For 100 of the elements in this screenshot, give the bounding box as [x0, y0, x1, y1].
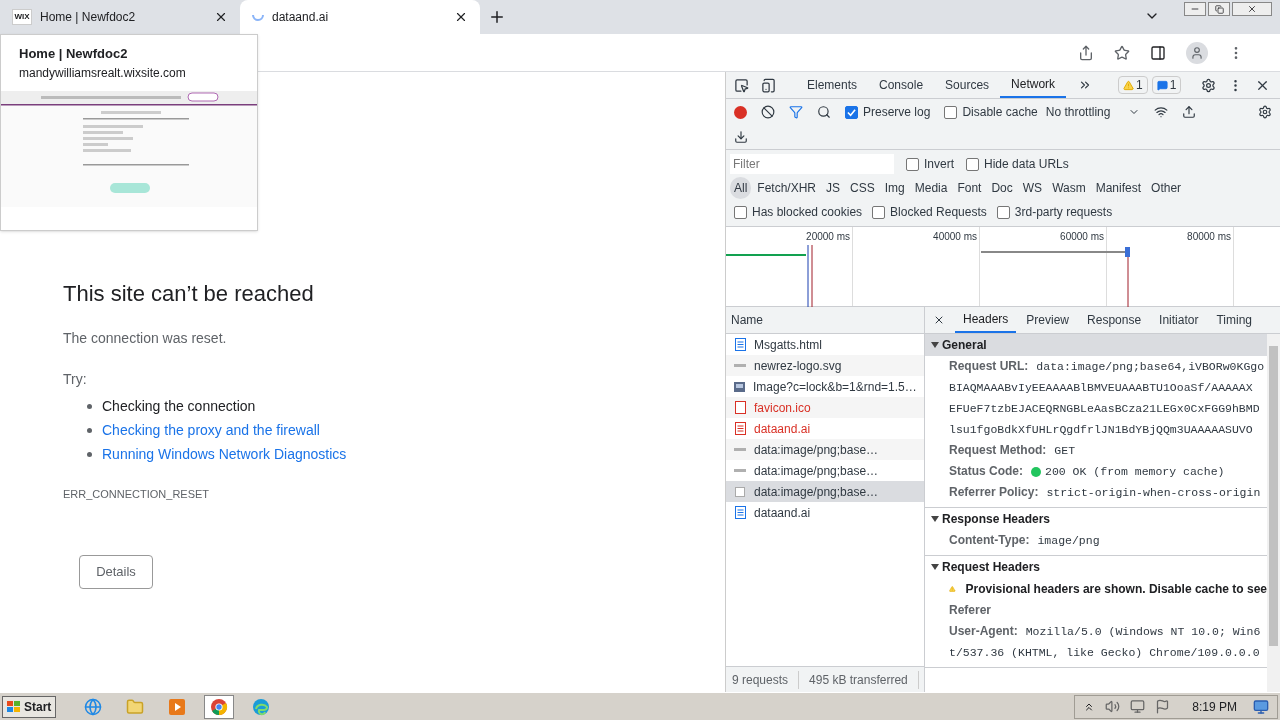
- taskbar-button[interactable]: [204, 694, 235, 719]
- profile-avatar[interactable]: [1186, 41, 1208, 64]
- dash-icon: [734, 448, 746, 451]
- type-filter-button[interactable]: Img: [880, 177, 909, 199]
- details-button[interactable]: Details: [79, 554, 153, 589]
- devtools-tab[interactable]: Sources: [934, 72, 1001, 98]
- checkbox[interactable]: [996, 205, 1010, 219]
- network-conditions-icon[interactable]: [1154, 105, 1169, 119]
- start-button[interactable]: Start: [2, 695, 57, 718]
- detail-tab[interactable]: Response: [1079, 307, 1150, 333]
- header-value: EFUeF7tzbEJACEQRNGBLeAasBCza21LEGx0CxFGG9hBMD: [949, 401, 1261, 417]
- network-icon[interactable]: [1130, 699, 1146, 714]
- checkbox[interactable]: [944, 105, 958, 119]
- request-row[interactable]: data:image/png;base…: [726, 439, 924, 460]
- devtools-tab[interactable]: Elements: [796, 72, 869, 98]
- import-icon[interactable]: [1182, 105, 1197, 119]
- media-player-icon[interactable]: [168, 697, 187, 716]
- header-name: Request URL:: [949, 358, 1029, 375]
- search-icon[interactable]: [817, 105, 831, 119]
- type-filter-button[interactable]: Doc: [987, 177, 1017, 199]
- minimize-button[interactable]: [1184, 2, 1206, 16]
- settings-icon[interactable]: [1201, 77, 1217, 93]
- record-button[interactable]: [734, 105, 747, 119]
- checkbox[interactable]: [966, 157, 979, 171]
- checkbox[interactable]: [872, 205, 886, 219]
- volume-icon[interactable]: [1105, 699, 1121, 714]
- browser-tab[interactable]: dataand.ai: [240, 0, 480, 34]
- close-icon[interactable]: [214, 10, 228, 24]
- error-title: This site can’t be reached: [63, 280, 315, 308]
- section-header[interactable]: General: [925, 334, 1267, 356]
- bullet: [87, 427, 92, 433]
- tab-title: Home | Newfdoc2: [40, 9, 137, 26]
- type-filter-button[interactable]: CSS: [846, 177, 879, 199]
- new-tab-icon[interactable]: [488, 8, 506, 26]
- type-filter-button[interactable]: Wasm: [1048, 177, 1090, 199]
- image-icon: [734, 381, 745, 392]
- filter-input[interactable]: Filter: [730, 154, 894, 174]
- checkbox[interactable]: [906, 157, 919, 171]
- settings-icon[interactable]: [1258, 105, 1272, 119]
- detail-tab[interactable]: Initiator: [1151, 307, 1207, 333]
- warning-text: Provisional headers are shown. Disable cache to see: [965, 581, 1267, 598]
- type-filter-button[interactable]: Other: [1147, 177, 1186, 199]
- expanded-arrow-icon: [931, 563, 939, 571]
- request-row[interactable]: favicon.ico: [726, 397, 924, 418]
- header-name: Status Code:: [949, 463, 1023, 480]
- message-counter[interactable]: 1: [1151, 76, 1182, 94]
- restore-button[interactable]: [1208, 2, 1230, 16]
- type-filter-button[interactable]: WS: [1018, 177, 1047, 199]
- checkbox[interactable]: [845, 105, 858, 119]
- close-icon[interactable]: [933, 314, 945, 326]
- header-value: 200 OK (from memory cache): [1045, 464, 1225, 480]
- scrollbar[interactable]: [1267, 334, 1280, 692]
- bookmark-star-icon[interactable]: [1114, 44, 1130, 61]
- inspect-icon[interactable]: [734, 77, 749, 93]
- request-row[interactable]: data:image/png;base…: [726, 481, 924, 502]
- filter-icon[interactable]: [789, 105, 803, 119]
- bullet: [87, 403, 92, 409]
- type-filter-button[interactable]: All: [730, 177, 752, 199]
- column-header[interactable]: Name: [726, 307, 924, 334]
- type-filter-button[interactable]: JS: [822, 177, 845, 199]
- flag-icon[interactable]: [1155, 699, 1171, 714]
- section-header[interactable]: Request Headers: [925, 556, 1267, 578]
- warning-counter[interactable]: 1: [1118, 76, 1148, 94]
- devtools-tab[interactable]: Console: [868, 72, 935, 98]
- close-icon: [1247, 4, 1257, 14]
- dash-icon: [734, 364, 746, 367]
- chrome-icon[interactable]: [210, 697, 229, 716]
- expanded-arrow-icon: [931, 341, 939, 349]
- device-toolbar-icon[interactable]: [761, 77, 776, 93]
- checkbox-label: Has blocked cookies: [752, 204, 863, 221]
- show-desktop-icon[interactable]: [1253, 698, 1269, 715]
- clock[interactable]: 8:19 PM: [1192, 697, 1237, 716]
- throttling-dropdown[interactable]: No throttling: [1045, 103, 1141, 121]
- suggestion-text: Checking the connection: [102, 397, 256, 416]
- close-button[interactable]: [1232, 2, 1272, 16]
- type-filter-button[interactable]: Fetch/XHR: [753, 177, 821, 199]
- checkbox-label: Blocked Requests: [890, 204, 987, 221]
- request-row[interactable]: newrez-logo.svg: [726, 355, 924, 376]
- browser-icon[interactable]: [84, 697, 103, 716]
- document-icon: [734, 338, 746, 351]
- suggestion-link[interactable]: Checking the proxy and the firewall: [102, 418, 320, 442]
- detail-tab[interactable]: Timing: [1208, 307, 1260, 333]
- suggestion-link[interactable]: Running Windows Network Diagnostics: [102, 442, 347, 466]
- dash-icon: [734, 469, 746, 472]
- type-filter-button[interactable]: Media: [910, 177, 952, 199]
- browser-tab[interactable]: WIX Home | Newfdoc2: [0, 0, 240, 34]
- section-header[interactable]: Response Headers: [925, 508, 1267, 530]
- share-icon[interactable]: [1078, 44, 1094, 61]
- type-filter-button[interactable]: Manifest: [1091, 177, 1146, 199]
- header-value: t/537.36 (KHTML, like Gecko) Chrome/109.0.0.0: [949, 645, 1261, 661]
- message-icon: [1156, 79, 1168, 91]
- clear-icon[interactable]: [761, 105, 775, 119]
- side-panel-icon[interactable]: [1150, 44, 1166, 61]
- file-icon: [734, 401, 746, 414]
- checkbox[interactable]: [734, 205, 747, 219]
- export-icon[interactable]: [734, 130, 748, 144]
- close-icon[interactable]: [454, 10, 468, 24]
- status-text: 495 kB transferred: [809, 670, 919, 689]
- detail-tab[interactable]: Preview: [1018, 307, 1078, 333]
- type-filter-button[interactable]: Font: [953, 177, 986, 199]
